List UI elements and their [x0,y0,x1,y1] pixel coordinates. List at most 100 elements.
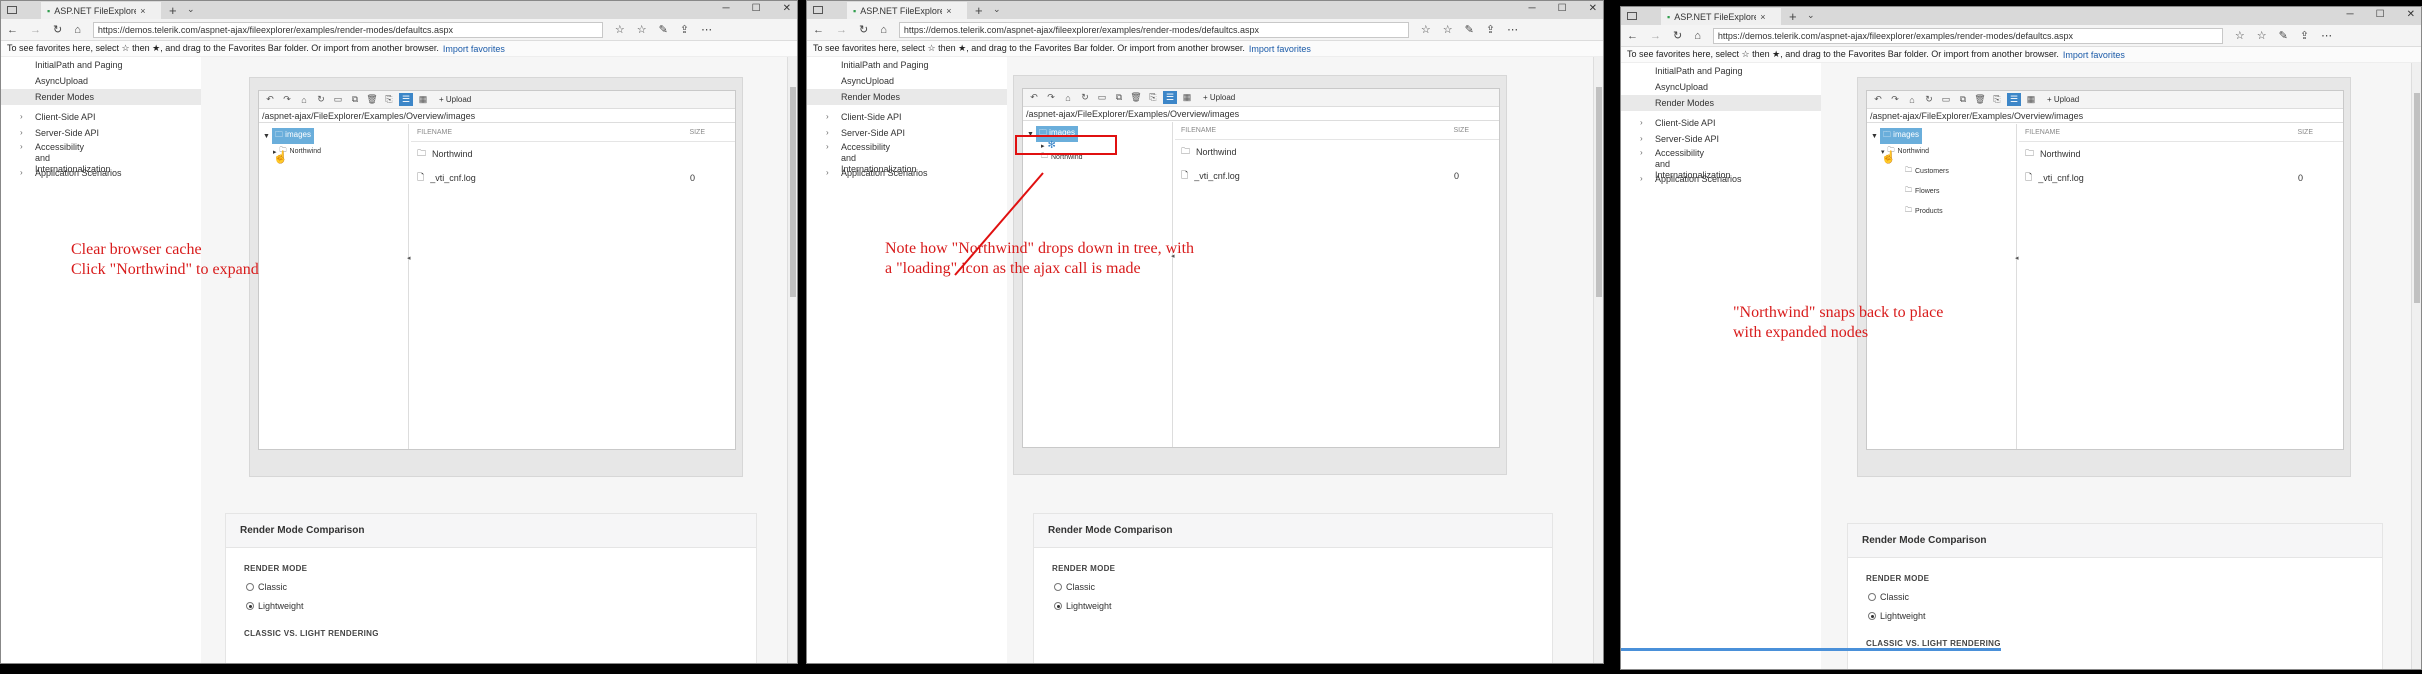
refresh-icon[interactable]: ↻ [314,93,328,106]
list-view-icon[interactable]: ☰ [1163,91,1177,104]
tab-close-icon[interactable]: × [946,6,951,16]
browser-tab[interactable]: ▪ ASP.NET FileExplorer Dc × [847,2,967,19]
import-favorites-link[interactable]: Import favorites [2063,50,2125,60]
sidebar-item-render-modes[interactable]: Render Modes [1621,95,1821,111]
home-icon[interactable]: ⌂ [74,24,81,36]
favorite-star-icon[interactable]: ☆ [1421,23,1431,36]
minimize-icon[interactable]: ─ [1529,3,1536,14]
tab-close-icon[interactable]: × [1760,12,1765,22]
tab-actions-icon[interactable] [813,6,823,14]
refresh-icon[interactable]: ↻ [1922,93,1936,106]
thumbnail-view-icon[interactable]: ▦ [1180,91,1194,104]
sidebar-item-initialpath[interactable]: InitialPath and Paging [1621,63,1821,79]
copy-icon[interactable]: ⧉ [348,93,362,106]
table-row[interactable]: 🗀 Northwind [1175,140,1499,164]
url-field[interactable]: https://demos.telerik.com/aspnet-ajax/fi… [92,21,603,38]
pen-icon[interactable]: ✎ [1465,23,1474,36]
tab-list-icon[interactable]: ⌄ [187,4,195,15]
path-bar[interactable]: /aspnet-ajax/FileExplorer/Examples/Overv… [259,109,735,123]
close-window-icon[interactable]: ✕ [783,3,791,14]
sidebar-item-server-api[interactable]: › Server-Side API [807,125,1007,141]
collapse-icon[interactable]: ▼ [1871,133,1878,140]
radio-checked-icon[interactable] [1868,612,1876,620]
favorites-hub-icon[interactable]: ☆ [1443,23,1453,36]
maximize-icon[interactable]: ☐ [752,3,761,14]
sidebar-item-asyncupload[interactable]: AsyncUpload [1621,79,1821,95]
refresh-icon[interactable]: ↻ [1673,29,1682,42]
page-scrollbar[interactable] [787,57,797,663]
favorites-hub-icon[interactable]: ☆ [2257,29,2267,42]
sidebar-item-server-api[interactable]: › Server-Side API [1621,131,1821,147]
collapse-icon[interactable]: ▼ [263,133,270,140]
radio-lightweight[interactable]: Lightweight [226,601,756,611]
scrollbar-thumb[interactable] [1596,87,1602,297]
url-field[interactable]: https://demos.telerik.com/aspnet-ajax/fi… [898,21,1409,38]
rename-icon[interactable]: ⎘ [1990,93,2004,106]
splitter-handle[interactable]: ◂ [407,254,411,262]
more-icon[interactable]: ⋯ [701,23,712,36]
tree-node-flowers[interactable]: 🗀 Flowers [1905,186,1940,197]
forward-icon[interactable]: ↷ [1044,91,1058,104]
page-scrollbar[interactable] [2411,63,2421,669]
column-filename[interactable]: FILENAME [1181,127,1216,134]
column-size[interactable]: SIZE [2297,129,2313,136]
new-tab-icon[interactable]: + [169,3,177,18]
sidebar-item-asyncupload[interactable]: AsyncUpload [1,73,201,89]
table-row[interactable]: 🗋 _vti_cnf.log 0 [411,166,735,190]
refresh-icon[interactable]: ↻ [859,23,868,36]
forward-icon[interactable]: ↷ [280,93,294,106]
sidebar-item-asyncupload[interactable]: AsyncUpload [807,73,1007,89]
close-window-icon[interactable]: ✕ [1589,3,1597,14]
table-row[interactable]: 🗋 _vti_cnf.log 0 [2019,166,2343,190]
table-row[interactable]: 🗋 _vti_cnf.log 0 [1175,164,1499,188]
thumbnail-view-icon[interactable]: ▦ [2024,93,2038,106]
rename-icon[interactable]: ⎘ [1146,91,1160,104]
back-icon[interactable]: ↶ [1871,93,1885,106]
favorites-hub-icon[interactable]: ☆ [637,23,647,36]
delete-icon[interactable]: 🗑 [1973,93,1987,106]
upload-button[interactable]: + Upload [1203,93,1235,102]
pen-icon[interactable]: ✎ [659,23,668,36]
radio-lightweight[interactable]: Lightweight [1034,601,1552,611]
tab-list-icon[interactable]: ⌄ [1807,10,1815,21]
rename-icon[interactable]: ⎘ [382,93,396,106]
path-bar[interactable]: /aspnet-ajax/FileExplorer/Examples/Overv… [1867,109,2343,123]
import-favorites-link[interactable]: Import favorites [1249,44,1311,54]
tree-node-images[interactable]: ▼ 🗀 images [263,128,314,144]
back-icon[interactable]: ← [1627,30,1638,42]
sidebar-item-render-modes[interactable]: Render Modes [1,89,201,105]
new-folder-icon[interactable]: ▭ [1095,91,1109,104]
home-icon[interactable]: ⌂ [880,24,887,36]
sidebar-item-app-scenarios[interactable]: › Application Scenarios [1621,171,1821,187]
sidebar-item-client-api[interactable]: › Client-Side API [807,109,1007,125]
sidebar-item-app-scenarios[interactable]: › Application Scenarios [1,165,201,181]
close-window-icon[interactable]: ✕ [2407,9,2415,20]
pen-icon[interactable]: ✎ [2279,29,2288,42]
minimize-icon[interactable]: ─ [723,3,730,14]
upload-button[interactable]: + Upload [439,95,471,104]
list-view-icon[interactable]: ☰ [399,93,413,106]
back-icon[interactable]: ↶ [263,93,277,106]
scrollbar-thumb[interactable] [790,87,796,297]
tree-node-customers[interactable]: 🗀 Customers [1905,166,1949,177]
new-tab-icon[interactable]: + [1789,9,1797,24]
radio-checked-icon[interactable] [246,602,254,610]
radio-icon[interactable] [246,583,254,591]
table-row[interactable]: 🗀 Northwind [411,142,735,166]
radio-classic[interactable]: Classic [226,582,756,592]
column-size[interactable]: SIZE [1453,127,1469,134]
new-folder-icon[interactable]: ▭ [1939,93,1953,106]
back-icon[interactable]: ↶ [1027,91,1041,104]
forward-icon[interactable]: → [836,24,847,36]
copy-icon[interactable]: ⧉ [1956,93,1970,106]
radio-icon[interactable] [1054,583,1062,591]
home-icon[interactable]: ⌂ [1694,30,1701,42]
column-size[interactable]: SIZE [689,129,705,136]
more-icon[interactable]: ⋯ [1507,23,1518,36]
column-filename[interactable]: FILENAME [2025,129,2060,136]
sidebar-item-client-api[interactable]: › Client-Side API [1621,115,1821,131]
radio-checked-icon[interactable] [1054,602,1062,610]
forward-icon[interactable]: ↷ [1888,93,1902,106]
sidebar-item-initialpath[interactable]: InitialPath and Paging [807,57,1007,73]
path-bar[interactable]: /aspnet-ajax/FileExplorer/Examples/Overv… [1023,107,1499,121]
